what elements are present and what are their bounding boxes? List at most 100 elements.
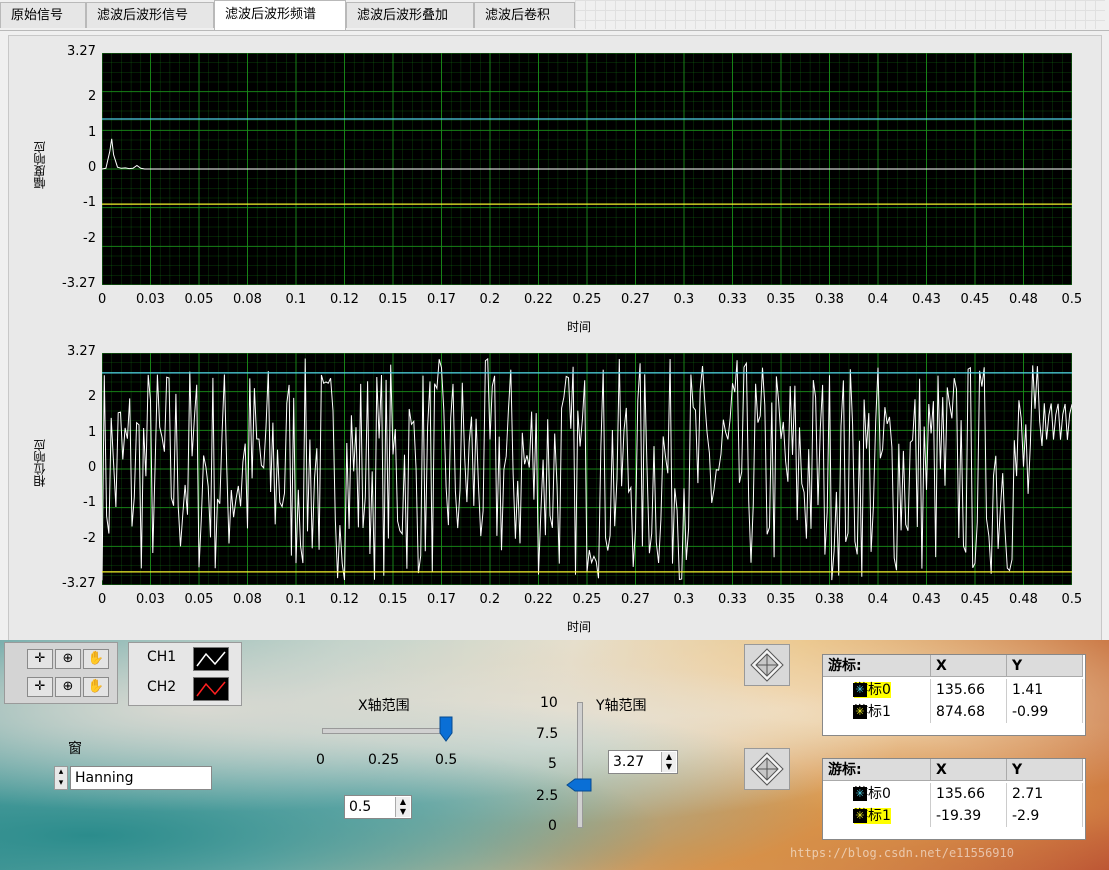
x-tick-label: 0.22: [524, 292, 553, 307]
legend-ch2-swatch[interactable]: [193, 677, 229, 701]
window-ring-arrows[interactable]: ▴ ▾: [54, 766, 68, 790]
x-tick-label: 0.5: [1061, 292, 1083, 307]
x-tick-label: 0.27: [621, 292, 650, 307]
y-tick-label: -1: [83, 495, 96, 511]
pan-hand-icon[interactable]: ✋: [83, 649, 109, 669]
y-tick-label: -2: [83, 530, 96, 546]
x-tick-label: 0.3: [673, 592, 695, 607]
y-slider-tick: 7.5: [536, 726, 559, 742]
x-tick-label: 0.38: [815, 592, 844, 607]
legend-label: CH2: [147, 679, 177, 695]
cursor-tool-icon[interactable]: ✛: [27, 649, 53, 669]
cursor-tool-icon[interactable]: ✛: [27, 677, 53, 697]
cursor-header: 游标:: [823, 655, 931, 677]
x-range-value: 0.5: [349, 799, 372, 815]
x-tick-label: 0.43: [912, 592, 941, 607]
x-tick-label: 0.45: [960, 292, 990, 307]
x-tick-label: 0.4: [867, 592, 889, 607]
cursor-x-cell[interactable]: 135.66: [931, 679, 1007, 701]
legend-ch1-swatch[interactable]: [193, 647, 229, 671]
window-select[interactable]: Hanning: [70, 766, 212, 790]
zoom-tool-icon[interactable]: ⊕: [55, 649, 81, 669]
y-range-slider-thumb[interactable]: [566, 778, 592, 792]
y-range-value: 3.27: [613, 754, 645, 770]
cursor0-marker-icon: ✳: [853, 787, 867, 801]
x-tick-label: 0.15: [378, 592, 408, 607]
cursor-y-cell[interactable]: -2.9: [1007, 805, 1083, 827]
x-range-label: X轴范围: [358, 698, 410, 714]
y-tick-label: 3.27: [67, 344, 96, 359]
x-tick-label: 0.12: [330, 592, 359, 607]
y-tick-label: 1: [88, 424, 97, 440]
x-tick-label: 0.05: [184, 292, 214, 307]
x-slider-tick: 0: [316, 752, 325, 768]
cursor0-marker-icon: ✳: [853, 683, 867, 697]
x-tick-label: 0.2: [479, 592, 501, 607]
cursor-y-cell[interactable]: 1.41: [1007, 679, 1083, 701]
y-tick-label: 1: [88, 124, 97, 140]
cursor-x-cell[interactable]: 135.66: [931, 783, 1007, 805]
x-tick-label: 0.08: [233, 292, 262, 307]
y-slider-tick: 2.5: [536, 788, 559, 804]
x-tick-label: 0.45: [960, 592, 990, 607]
cursor-x-cell[interactable]: 874.68: [931, 701, 1007, 723]
x-range-numeric[interactable]: 0.5 ▲ ▼: [344, 795, 412, 819]
x-tick-label: 0.43: [912, 292, 941, 307]
pan-hand-icon[interactable]: ✋: [83, 677, 109, 697]
x-axis-label: 时间: [567, 320, 592, 334]
x-tick-label: 0.3: [673, 292, 695, 307]
x-tick-label: 0.03: [136, 292, 165, 307]
y-slider-tick: 5: [548, 756, 557, 772]
cursor1-marker-icon: ✳: [853, 705, 867, 719]
cursor-legend-phase: 游标: X Y 游标0 135.66 2.71 游标1 -19.39 -2.9 …: [822, 758, 1086, 840]
y-range-slider-track[interactable]: [577, 702, 583, 828]
cursor-y-cell[interactable]: 2.71: [1007, 783, 1083, 805]
y-axis-label: 幅度响应: [33, 141, 47, 189]
cursor-x-cell[interactable]: -19.39: [931, 805, 1007, 827]
tab-filtered-overlay[interactable]: 滤波后波形叠加: [346, 2, 474, 28]
x-tick-label: 0.48: [1009, 292, 1038, 307]
y-range-numeric[interactable]: 3.27 ▲ ▼: [608, 750, 678, 774]
tab-raw-signal[interactable]: 原始信号: [0, 2, 86, 28]
control-area: ✛ ⊕ ✋ ✛ ⊕ ✋ CH1 CH2 窗 ▴ ▾ Hanning X轴范围 0 …: [0, 640, 1109, 870]
y-range-spinner-icon[interactable]: ▲ ▼: [661, 752, 676, 772]
plot-legend: CH1 CH2: [128, 642, 242, 706]
tab-filtered-waveform[interactable]: 滤波后波形信号: [86, 2, 214, 28]
x-range-spinner-icon[interactable]: ▲ ▼: [395, 797, 410, 817]
phase-plot-area[interactable]: [102, 353, 1072, 585]
x-tick-label: 0: [98, 292, 107, 307]
graph-palette: ✛ ⊕ ✋ ✛ ⊕ ✋: [4, 642, 118, 704]
legend-label: CH1: [147, 649, 177, 665]
y-tick-label: 3.27: [67, 44, 96, 59]
x-tick-label: 0.35: [766, 592, 796, 607]
cursor-y-cell[interactable]: -0.99: [1007, 701, 1083, 723]
amplitude-plot-area[interactable]: [102, 53, 1072, 285]
x-tick-label: 0.25: [572, 592, 602, 607]
x-tick-label: 0.08: [233, 592, 262, 607]
window-label: 窗: [68, 741, 82, 757]
x-slider-tick: 0.25: [368, 752, 400, 768]
cursor-x-header: X: [931, 759, 1007, 781]
x-tick-label: 0.22: [524, 592, 553, 607]
y-slider-tick: 0: [548, 818, 557, 834]
y-tick-label: 2: [88, 389, 97, 405]
watermark: https://blog.csdn.net/e11556910: [790, 846, 1014, 860]
x-tick-label: 0.1: [285, 292, 307, 307]
cursor-move-icon[interactable]: [744, 748, 790, 790]
y-tick-label: 0: [88, 160, 97, 175]
x-tick-label: 0.48: [1009, 592, 1038, 607]
cursor-move-icon[interactable]: [744, 644, 790, 686]
tab-filtered-spectrum[interactable]: 滤波后波形频谱: [214, 0, 346, 30]
tab-filtered-convolution[interactable]: 滤波后卷积: [474, 2, 575, 28]
tab-bar-filler: [575, 0, 1105, 29]
x-tick-label: 0.33: [718, 592, 747, 607]
y-tick-label: -1: [83, 195, 96, 211]
y-tick-label: -3.27: [62, 576, 96, 591]
cursor-legend-amplitude: 游标: X Y 游标0 135.66 1.41 游标1 874.68 -0.99…: [822, 654, 1086, 736]
y-range-label: Y轴范围: [596, 698, 647, 714]
y-tick-label: -2: [83, 230, 96, 246]
x-range-slider-track[interactable]: [322, 728, 448, 734]
y-tick-label: 0: [88, 460, 97, 475]
x-range-slider-thumb[interactable]: [439, 716, 453, 742]
zoom-tool-icon[interactable]: ⊕: [55, 677, 81, 697]
